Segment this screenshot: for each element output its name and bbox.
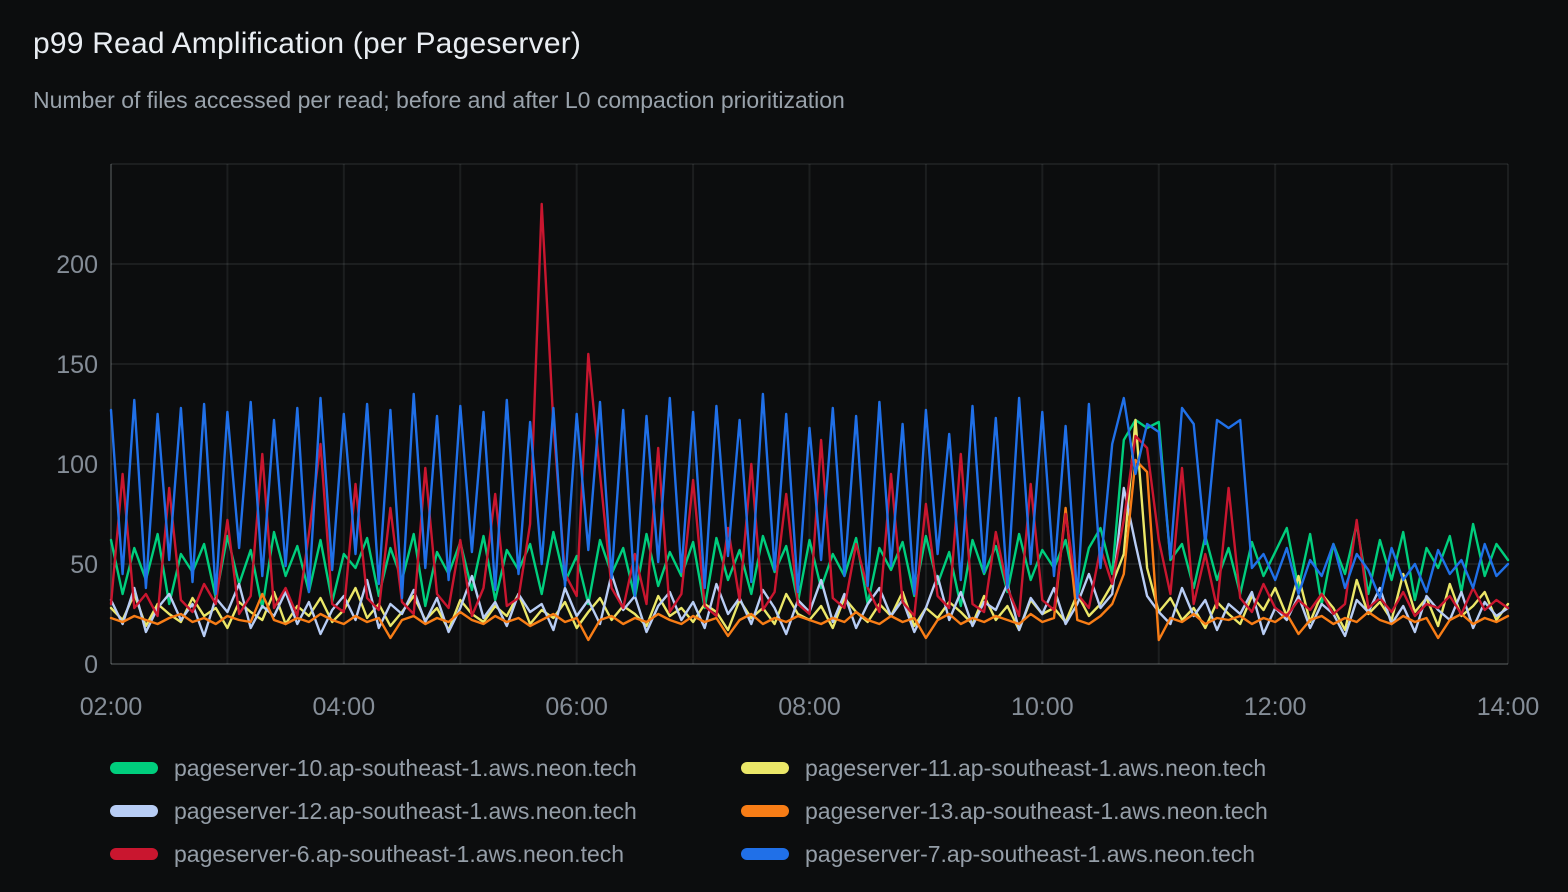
legend-item-pageserver-13[interactable]: pageserver-13.ap-southeast-1.aws.neon.te… (741, 799, 1268, 823)
y-axis-label: 150 (56, 351, 98, 379)
legend-label: pageserver-12.ap-southeast-1.aws.neon.te… (174, 799, 637, 823)
x-axis-label: 02:00 (80, 693, 143, 721)
y-axis-label: 0 (84, 651, 98, 679)
legend-label: pageserver-6.ap-southeast-1.aws.neon.tec… (174, 842, 624, 866)
x-axis-label: 12:00 (1244, 693, 1307, 721)
timeseries-chart[interactable]: 0 50 100 150 200 02:00 04:00 06:00 08:00 10:00 12:… (0, 150, 1568, 732)
panel-subtitle: Number of files accessed per read; befor… (33, 86, 1535, 114)
grafana-panel: p99 Read Amplification (per Pageserver) … (0, 0, 1568, 892)
legend-item-pageserver-6[interactable]: pageserver-6.ap-southeast-1.aws.neon.tec… (110, 842, 741, 866)
y-axis-label: 50 (70, 551, 98, 579)
legend-label: pageserver-10.ap-southeast-1.aws.neon.te… (174, 756, 637, 780)
legend-color-pill (110, 848, 158, 860)
legend-label: pageserver-13.ap-southeast-1.aws.neon.te… (805, 799, 1268, 823)
panel-header: p99 Read Amplification (per Pageserver) … (0, 0, 1568, 150)
x-axis-label: 08:00 (778, 693, 841, 721)
legend-item-pageserver-10[interactable]: pageserver-10.ap-southeast-1.aws.neon.te… (110, 756, 741, 780)
y-axis-label: 100 (56, 451, 98, 479)
x-axis-label: 04:00 (313, 693, 376, 721)
legend-color-pill (110, 805, 158, 817)
legend-color-pill (741, 848, 789, 860)
legend-item-pageserver-7[interactable]: pageserver-7.ap-southeast-1.aws.neon.tec… (741, 842, 1268, 866)
x-axis-label: 10:00 (1011, 693, 1074, 721)
x-axis-label: 14:00 (1477, 693, 1540, 721)
legend-color-pill (110, 762, 158, 774)
x-axis-label: 06:00 (545, 693, 608, 721)
legend-label: pageserver-7.ap-southeast-1.aws.neon.tec… (805, 842, 1255, 866)
panel-title: p99 Read Amplification (per Pageserver) (33, 26, 1535, 62)
legend-color-pill (741, 805, 789, 817)
legend-item-pageserver-11[interactable]: pageserver-11.ap-southeast-1.aws.neon.te… (741, 756, 1268, 780)
chart-legend: pageserver-10.ap-southeast-1.aws.neon.te… (110, 756, 1568, 866)
legend-item-pageserver-12[interactable]: pageserver-12.ap-southeast-1.aws.neon.te… (110, 799, 741, 823)
y-axis-label: 200 (56, 251, 98, 279)
legend-color-pill (741, 762, 789, 774)
legend-label: pageserver-11.ap-southeast-1.aws.neon.te… (805, 756, 1266, 780)
